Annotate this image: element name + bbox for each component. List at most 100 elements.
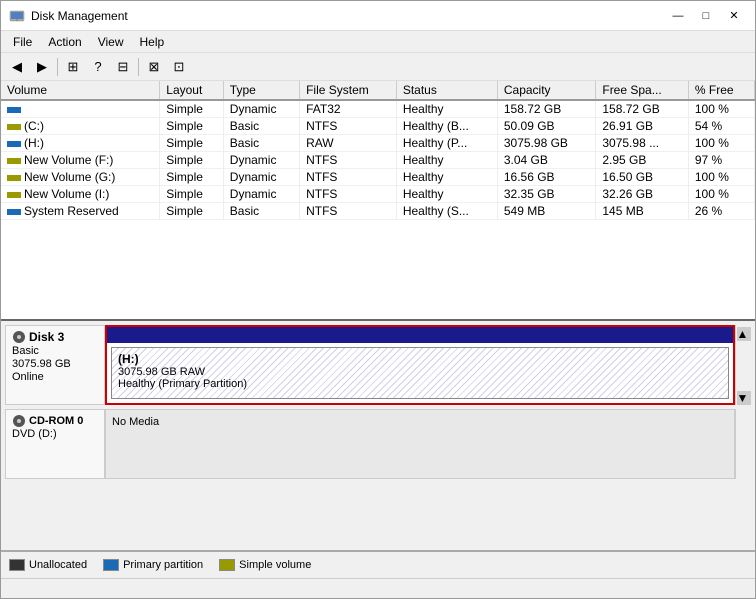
cell-pct: 97 % [688,152,754,169]
cell-status: Healthy [396,186,497,203]
cell-status: Healthy (B... [396,118,497,135]
toolbar-x[interactable]: ⊠ [142,56,166,78]
col-volume[interactable]: Volume [1,81,160,100]
cell-status: Healthy [396,100,497,118]
cell-volume: New Volume (I:) [1,186,160,203]
cell-capacity: 50.09 GB [497,118,596,135]
disk3-top-bar [107,327,733,343]
cell-volume [1,100,160,118]
legend-simple: Simple volume [219,559,311,571]
col-status[interactable]: Status [396,81,497,100]
close-button[interactable]: ✕ [721,6,747,26]
cell-capacity: 16.56 GB [497,169,596,186]
disk-icon [12,330,26,344]
disk3-row: Disk 3 Basic 3075.98 GB Online (H:) 3075… [5,325,751,405]
toolbar-separator-2 [138,58,139,76]
legend-simple-box [219,559,235,571]
legend-primary: Primary partition [103,559,203,571]
cell-capacity: 549 MB [497,203,596,220]
maximize-button[interactable]: □ [693,6,719,26]
disk3-size: 3075.98 GB [12,358,98,370]
minimize-button[interactable]: — [665,6,691,26]
volume-table-wrap: Volume Layout Type File System Status Ca… [1,81,755,321]
cell-free: 16.50 GB [596,169,689,186]
toolbar: ◀ ▶ ⊞ ? ⊟ ⊠ ⊡ [1,53,755,81]
menu-file[interactable]: File [5,33,40,51]
table-row[interactable]: New Volume (F:) Simple Dynamic NTFS Heal… [1,152,755,169]
cell-pct: 100 % [688,186,754,203]
cell-free: 26.91 GB [596,118,689,135]
table-row[interactable]: (C:) Simple Basic NTFS Healthy (B... 50.… [1,118,755,135]
cell-fs: NTFS [300,186,397,203]
cell-type: Basic [223,135,299,152]
menu-help[interactable]: Help [132,33,173,51]
menu-action[interactable]: Action [40,33,89,51]
cdrom-scrollbar-filler [735,409,751,479]
scrollbar-disk[interactable]: ▲ ▼ [735,325,751,405]
cell-free: 145 MB [596,203,689,220]
main-area: Volume Layout Type File System Status Ca… [1,81,755,550]
scroll-down[interactable]: ▼ [737,391,751,405]
disk3-content: (H:) 3075.98 GB RAW Healthy (Primary Par… [105,325,735,405]
toolbar-separator-1 [57,58,58,76]
cell-fs: NTFS [300,169,397,186]
toolbar-forward[interactable]: ▶ [30,56,54,78]
cell-layout: Simple [160,135,224,152]
cell-fs: RAW [300,135,397,152]
legend-primary-label: Primary partition [123,559,203,571]
cell-pct: 26 % [688,203,754,220]
legend-unallocated: Unallocated [9,559,87,571]
status-bar [1,578,755,598]
cell-type: Basic [223,203,299,220]
table-row[interactable]: New Volume (G:) Simple Dynamic NTFS Heal… [1,169,755,186]
cell-type: Basic [223,118,299,135]
cell-volume: System Reserved [1,203,160,220]
cell-capacity: 32.35 GB [497,186,596,203]
cell-free: 32.26 GB [596,186,689,203]
cdrom-content: No Media [105,409,735,479]
cell-status: Healthy (P... [396,135,497,152]
cell-layout: Simple [160,100,224,118]
cell-volume: New Volume (G:) [1,169,160,186]
toolbar-help[interactable]: ? [86,56,110,78]
col-filesystem[interactable]: File System [300,81,397,100]
disk3-partition-size: 3075.98 GB RAW [118,366,722,378]
toolbar-grid[interactable]: ⊞ [61,56,85,78]
cell-type: Dynamic [223,169,299,186]
col-layout[interactable]: Layout [160,81,224,100]
cell-fs: FAT32 [300,100,397,118]
cell-type: Dynamic [223,100,299,118]
disk-area: Disk 3 Basic 3075.98 GB Online (H:) 3075… [1,321,755,550]
cell-capacity: 3.04 GB [497,152,596,169]
cell-volume: (C:) [1,118,160,135]
table-row[interactable]: (H:) Simple Basic RAW Healthy (P... 3075… [1,135,755,152]
legend-bar: Unallocated Primary partition Simple vol… [1,550,755,578]
toolbar-back[interactable]: ◀ [5,56,29,78]
legend-unalloc-label: Unallocated [29,559,87,571]
toolbar-square[interactable]: ⊡ [167,56,191,78]
col-freespace[interactable]: Free Spa... [596,81,689,100]
cdrom-name: CD-ROM 0 [29,415,83,427]
volume-table: Volume Layout Type File System Status Ca… [1,81,755,220]
menu-view[interactable]: View [90,33,132,51]
scroll-up[interactable]: ▲ [737,327,751,341]
legend-simple-label: Simple volume [239,559,311,571]
col-capacity[interactable]: Capacity [497,81,596,100]
col-pct[interactable]: % Free [688,81,754,100]
cdrom-row: CD-ROM 0 DVD (D:) No Media [5,409,751,479]
cell-layout: Simple [160,152,224,169]
toolbar-minus[interactable]: ⊟ [111,56,135,78]
disk3-type: Basic [12,345,98,357]
cell-layout: Simple [160,186,224,203]
cell-type: Dynamic [223,186,299,203]
table-row[interactable]: New Volume (I:) Simple Dynamic NTFS Heal… [1,186,755,203]
disk3-partition[interactable]: (H:) 3075.98 GB RAW Healthy (Primary Par… [111,347,729,399]
title-controls: — □ ✕ [665,6,747,26]
col-type[interactable]: Type [223,81,299,100]
cell-pct: 54 % [688,118,754,135]
table-row[interactable]: System Reserved Simple Basic NTFS Health… [1,203,755,220]
title-bar: Disk Management — □ ✕ [1,1,755,31]
table-row[interactable]: Simple Dynamic FAT32 Healthy 158.72 GB 1… [1,100,755,118]
legend-unalloc-box [9,559,25,571]
cell-capacity: 3075.98 GB [497,135,596,152]
